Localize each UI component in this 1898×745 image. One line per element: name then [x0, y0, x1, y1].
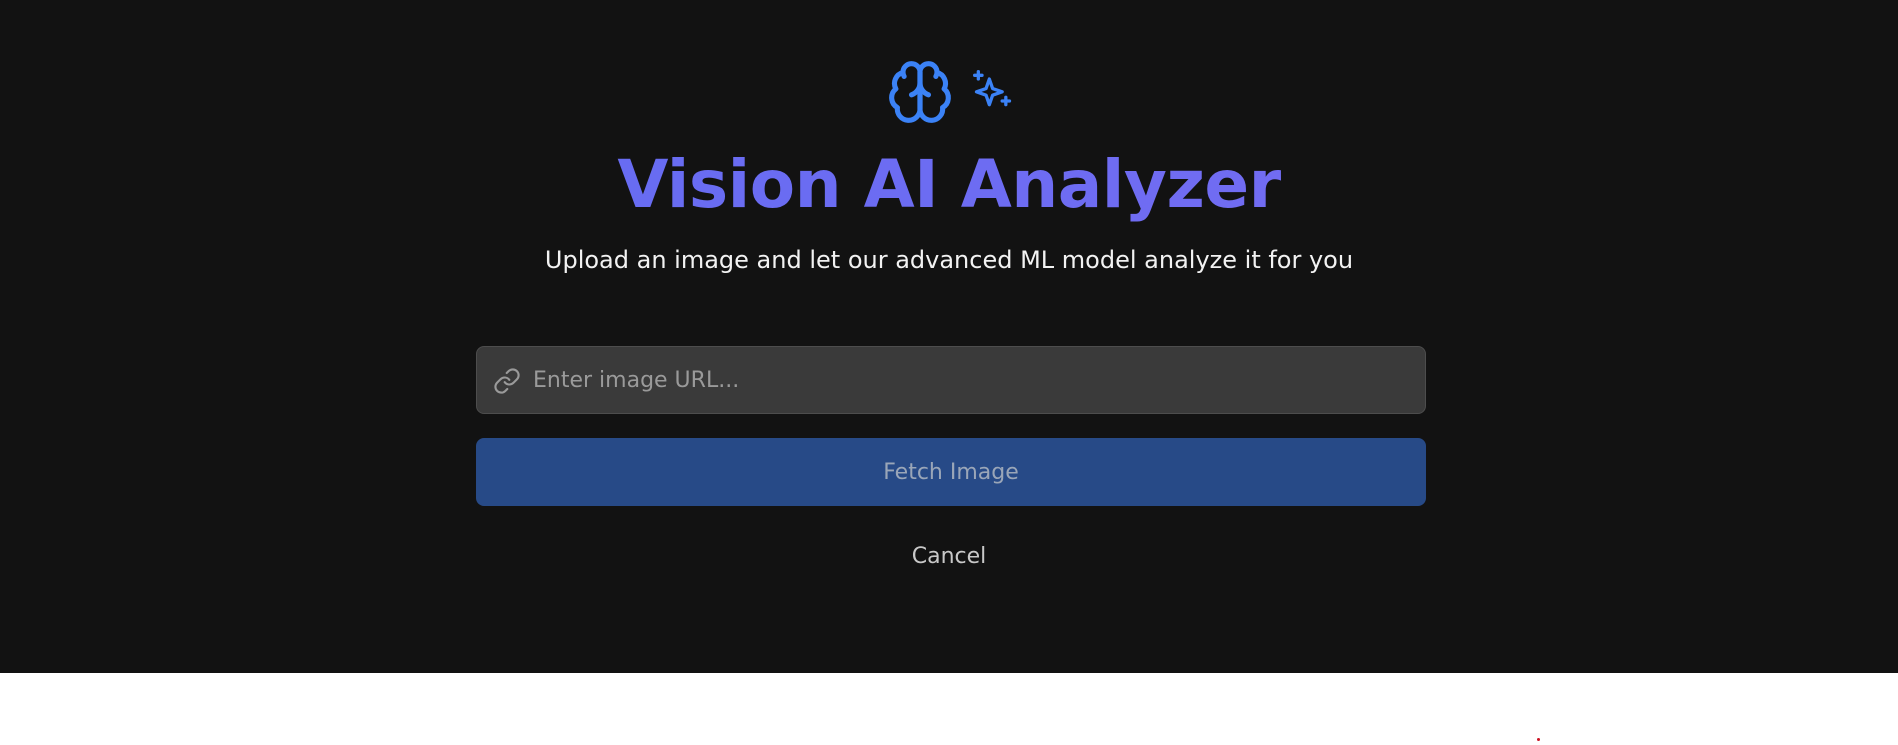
header-icons: [886, 58, 1016, 128]
url-input[interactable]: [533, 347, 1413, 413]
page-subtitle: Upload an image and let our advanced ML …: [544, 246, 1354, 274]
fetch-image-button[interactable]: Fetch Image: [476, 438, 1426, 506]
app-panel: Vision AI Analyzer Upload an image and l…: [0, 0, 1898, 673]
page-background-lower: [0, 673, 1898, 745]
link-icon: [494, 368, 520, 394]
sparkles-icon: [973, 70, 1012, 107]
page-title-text: Vision AI Analyzer: [617, 146, 1281, 223]
page-title: Vision AI Analyzer: [0, 140, 1898, 230]
brain-icon: [889, 61, 951, 123]
url-field[interactable]: [476, 346, 1426, 414]
red-dot-marker: [1537, 738, 1540, 741]
cancel-button[interactable]: Cancel: [849, 538, 1049, 574]
